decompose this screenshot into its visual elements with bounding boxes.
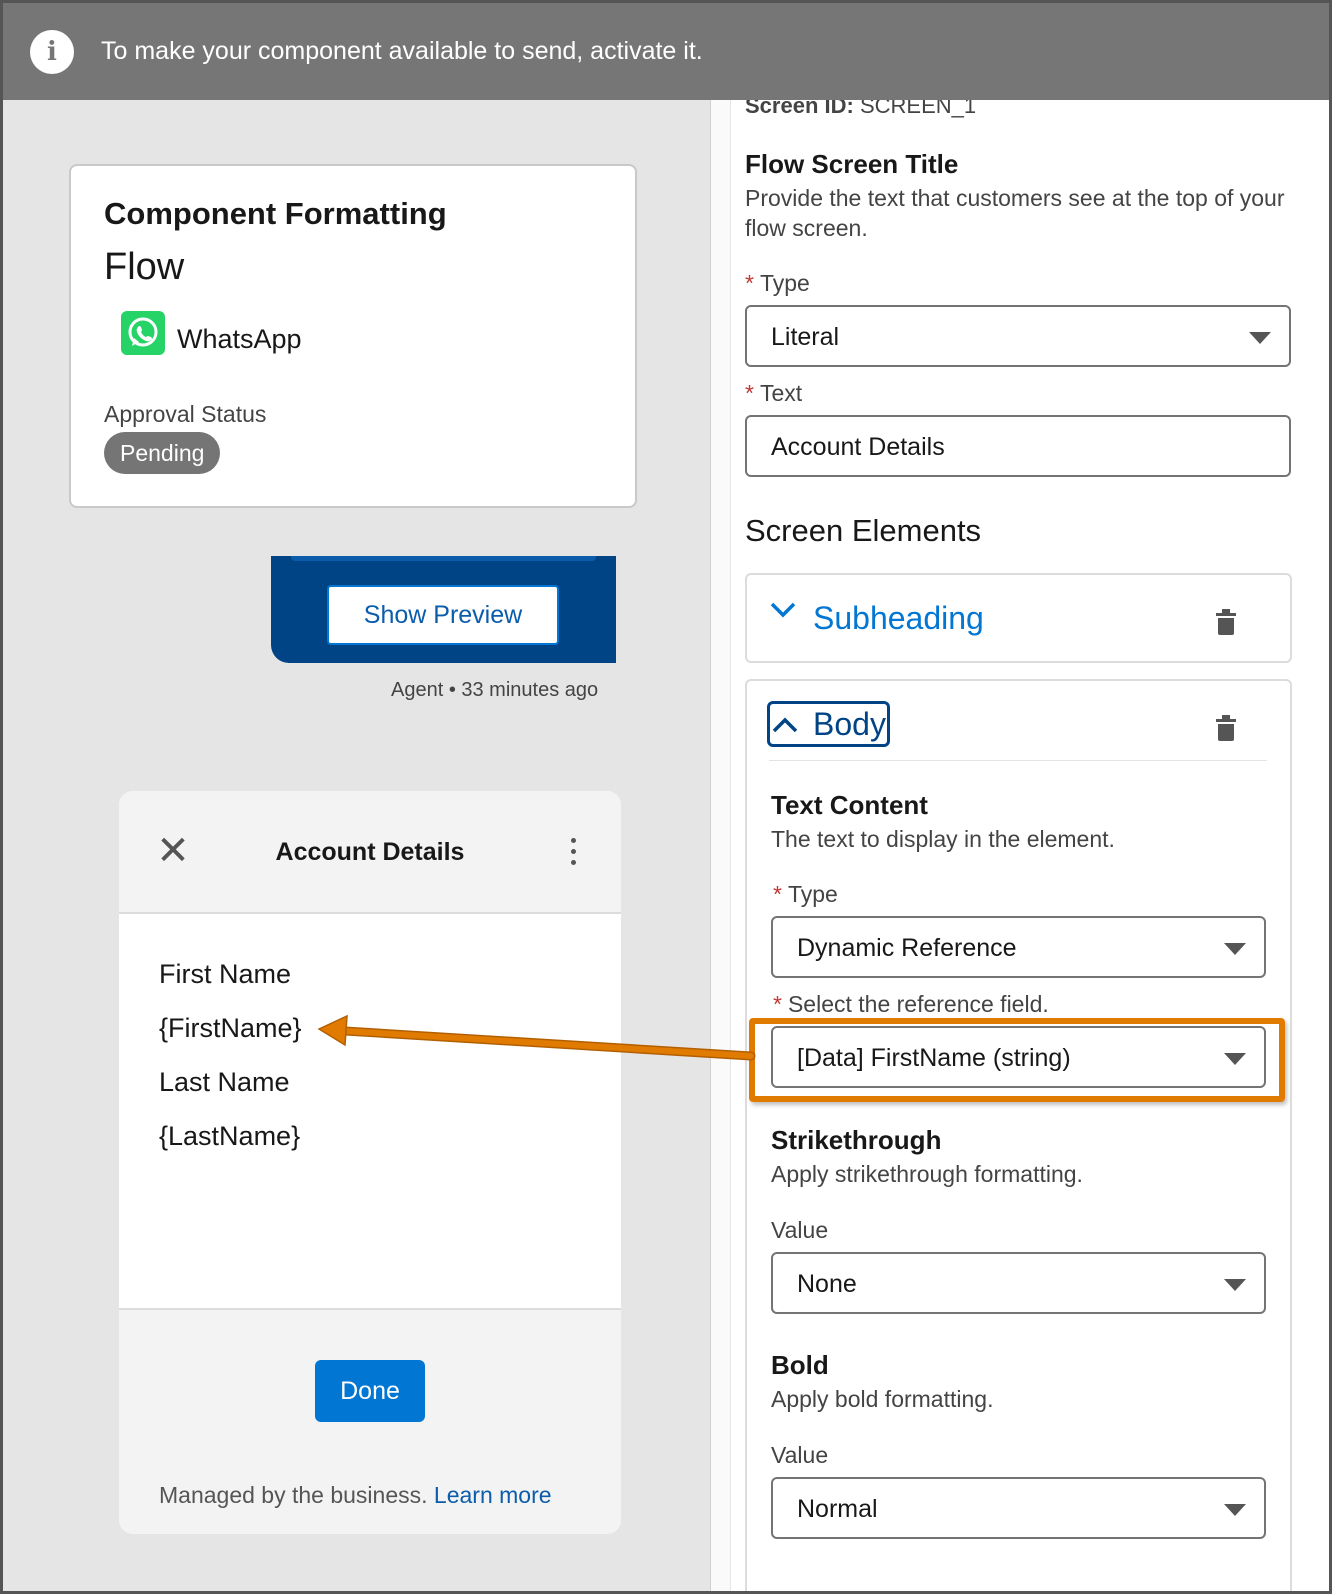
- chevron-up-icon[interactable]: [771, 708, 799, 743]
- type-label: * Type: [745, 270, 810, 296]
- chevron-down-icon: [1224, 1279, 1246, 1291]
- approval-status-label: Approval Status: [104, 401, 267, 427]
- screen-elements-heading: Screen Elements: [745, 513, 982, 548]
- chat-message-bubble: Show Preview: [271, 556, 616, 663]
- title-text-value: Account Details: [771, 433, 945, 461]
- strikethrough-description: Apply strikethrough formatting.: [771, 1161, 1083, 1187]
- component-title: Component Formatting: [104, 196, 447, 231]
- list-item: {FirstName}: [159, 1013, 302, 1043]
- reference-field-label-text: Select the reference field.: [787, 991, 1049, 1017]
- activation-banner: i To make your component available to se…: [3, 3, 1329, 100]
- text-content-heading: Text Content: [771, 790, 928, 820]
- done-button[interactable]: Done: [315, 1360, 425, 1422]
- panel-gutter: [711, 3, 731, 1591]
- flow-preview-screen: ✕ Account Details First Name {FirstName}…: [119, 791, 621, 1534]
- flow-preview-footer: Done Managed by the business. Learn more: [119, 1308, 621, 1534]
- delete-icon[interactable]: [1216, 609, 1236, 635]
- bold-select[interactable]: Normal: [771, 1477, 1266, 1539]
- bold-description: Apply bold formatting.: [771, 1386, 994, 1412]
- learn-more-link[interactable]: Learn more: [434, 1482, 552, 1508]
- type-select-value: Literal: [771, 323, 840, 351]
- list-item: Last Name: [159, 1067, 290, 1097]
- channel-name: WhatsApp: [177, 324, 302, 354]
- title-text-input[interactable]: Account Details: [745, 415, 1291, 477]
- element-subheading-label[interactable]: Subheading: [813, 600, 984, 637]
- body-type-label: * Type: [773, 881, 838, 907]
- text-label-text: Text: [759, 380, 803, 406]
- managed-text: Managed by the business.: [159, 1482, 428, 1508]
- divider: [769, 760, 1267, 761]
- status-badge: Pending: [104, 432, 221, 474]
- flow-preview-body: First Name {FirstName} Last Name {LastNa…: [159, 959, 302, 1175]
- text-content-description: The text to display in the element.: [771, 826, 1115, 852]
- bold-heading: Bold: [771, 1350, 829, 1380]
- strikethrough-select-value: None: [797, 1270, 857, 1298]
- strikethrough-value-label: Value: [771, 1217, 829, 1243]
- type-select[interactable]: Literal: [745, 305, 1291, 367]
- list-item: {LastName}: [159, 1121, 301, 1151]
- reference-field-label: * Select the reference field.: [773, 991, 1049, 1017]
- chevron-down-icon: [1249, 332, 1271, 344]
- element-body-label[interactable]: Body: [813, 706, 886, 743]
- strikethrough-heading: Strikethrough: [771, 1125, 942, 1155]
- whatsapp-icon: [121, 311, 165, 355]
- info-icon: i: [30, 30, 74, 74]
- chevron-down-icon: [1224, 1504, 1246, 1516]
- body-type-select[interactable]: Dynamic Reference: [771, 916, 1266, 978]
- body-type-label-text: Type: [787, 881, 838, 907]
- bubble-divider: [291, 556, 596, 561]
- screenshot-frame: Component Formatting Flow WhatsApp Appro…: [0, 0, 1332, 1594]
- flow-screen-title-description: Provide the text that customers see at t…: [745, 185, 1285, 241]
- type-label-text: Type: [759, 270, 810, 296]
- flow-preview-header: ✕ Account Details: [119, 791, 621, 914]
- chat-meta: Agent • 33 minutes ago: [391, 679, 599, 701]
- bold-value-label: Value: [771, 1442, 829, 1468]
- flow-preview-title: Account Details: [275, 838, 465, 866]
- chevron-down-icon[interactable]: [769, 593, 797, 628]
- banner-message: To make your component available to send…: [101, 37, 703, 65]
- preview-pane: Component Formatting Flow WhatsApp Appro…: [3, 3, 710, 1591]
- bold-select-value: Normal: [797, 1495, 878, 1523]
- highlight-callout-box: [749, 1018, 1285, 1102]
- strikethrough-select[interactable]: None: [771, 1252, 1266, 1314]
- component-card: Component Formatting Flow WhatsApp Appro…: [69, 164, 637, 508]
- show-preview-button[interactable]: Show Preview: [327, 585, 559, 645]
- text-label: * Text: [745, 380, 803, 406]
- flow-screen-title-heading: Flow Screen Title: [745, 149, 959, 179]
- body-type-select-value: Dynamic Reference: [797, 934, 1017, 962]
- chevron-down-icon: [1224, 943, 1246, 955]
- component-type: Flow: [104, 246, 185, 288]
- delete-icon[interactable]: [1216, 715, 1236, 741]
- managed-note: Managed by the business. Learn more: [159, 1482, 552, 1509]
- kebab-menu-icon[interactable]: [567, 835, 579, 871]
- list-item: First Name: [159, 959, 292, 989]
